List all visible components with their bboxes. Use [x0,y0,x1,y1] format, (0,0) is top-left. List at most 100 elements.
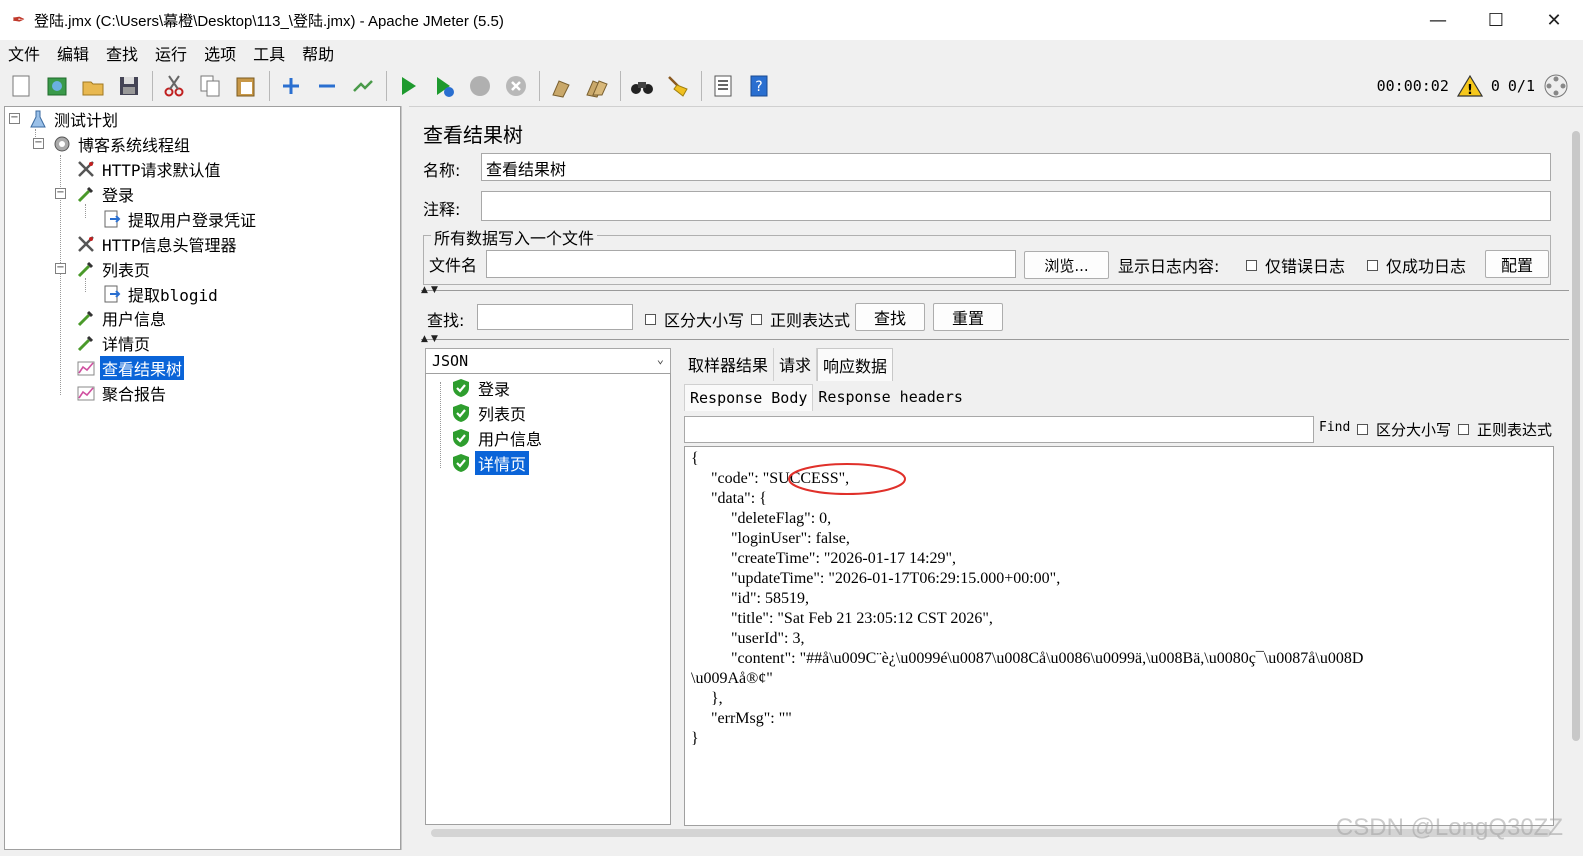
regex-checkbox[interactable]: 正则表达式 [751,307,850,331]
success-shield-icon [450,377,472,399]
paste-icon[interactable] [231,71,261,101]
errors-only-label: 仅错误日志 [1265,257,1346,276]
tree-item-detail-page[interactable]: 详情页 [75,331,152,355]
close-button[interactable]: ✕ [1525,0,1583,40]
collapse-toggle[interactable]: − [33,138,44,149]
scrollbar-thumb[interactable] [1572,131,1580,741]
comment-field[interactable] [481,191,1551,221]
start-icon[interactable] [393,71,423,101]
tab-request[interactable]: 请求 [774,348,818,381]
tab-response-data[interactable]: 响应数据 [817,348,894,381]
collapse-icon[interactable] [312,71,342,101]
chart-icon [75,382,97,404]
menu-edit[interactable]: 编辑 [57,41,89,65]
tree-label: 用户信息 [102,310,167,329]
toggle-icon[interactable] [348,71,378,101]
tree-item-user-info[interactable]: 用户信息 [75,306,168,330]
tree-item-extract-blogid[interactable]: 提取blogid [101,282,220,306]
errors-only-checkbox[interactable]: 仅错误日志 [1246,253,1345,277]
case-sensitive-label: 区分大小写 [664,311,745,330]
success-shield-icon [450,427,472,449]
comment-label: 注释: [423,200,461,219]
case-sensitive-checkbox[interactable]: 区分大小写 [645,307,744,331]
copy-icon[interactable] [195,71,225,101]
find-button[interactable]: 查找 [855,303,925,331]
response-find-field[interactable] [684,416,1314,443]
panel-splitter[interactable] [401,106,409,850]
maximize-button[interactable]: ☐ [1467,0,1525,40]
collapse-toggle[interactable]: − [55,188,66,199]
collapse-toggle[interactable]: − [9,113,20,124]
clear-icon[interactable] [546,71,576,101]
stop-icon[interactable] [465,71,495,101]
menu-file[interactable]: 文件 [8,41,40,65]
warning-icon[interactable]: ! [1456,74,1483,98]
tree-label: 测试计划 [54,111,119,130]
function-helper-icon[interactable] [708,71,738,101]
menu-search[interactable]: 查找 [106,41,138,65]
extractor-icon [101,283,123,305]
sample-list-page[interactable]: 列表页 [450,401,529,425]
tree-item-list-page[interactable]: − 列表页 [55,257,152,281]
expand-icon[interactable] [276,71,306,101]
warning-count: 0 [1490,77,1500,95]
active-threads: 0/1 [1507,77,1535,95]
shutdown-icon[interactable] [501,71,531,101]
sample-detail-page[interactable]: 详情页 [450,451,530,475]
save-icon[interactable] [114,71,144,101]
name-label: 名称: [423,161,461,180]
tree-item-login[interactable]: − 登录 [55,182,136,206]
cut-icon[interactable] [159,71,189,101]
view-results-tree-panel: 查看结果树 名称: 查看结果树 注释: 所有数据写入一个文件 文件名 浏览...… [409,106,1583,850]
tree-item-view-results-tree[interactable]: 查看结果树 [75,356,185,380]
split-divider[interactable]: ▲ ▼ [421,285,1571,298]
toolbar-separator [152,71,153,101]
new-icon[interactable] [6,71,36,101]
tree-label: 提取用户登录凭证 [128,211,257,230]
success-shield-icon [450,402,472,424]
vertical-scrollbar[interactable] [1569,121,1583,821]
success-only-checkbox[interactable]: 仅成功日志 [1367,253,1466,277]
configure-button[interactable]: 配置 [1485,250,1549,278]
tree-item-aggregate-report[interactable]: 聚合报告 [75,381,168,405]
binoculars-icon[interactable] [627,71,657,101]
response-case-label: 区分大小写 [1376,421,1452,439]
collapse-toggle[interactable]: − [55,263,66,274]
menu-tools[interactable]: 工具 [253,41,285,65]
broom-icon[interactable] [663,71,693,101]
search-field[interactable] [477,304,633,330]
menu-help[interactable]: 帮助 [302,41,334,65]
success-only-label: 仅成功日志 [1386,257,1467,276]
help-icon[interactable]: ? [744,71,774,101]
tree-item-thread-group[interactable]: − 博客系统线程组 [31,132,192,156]
renderer-select[interactable]: JSON ⌄ [425,348,671,374]
file-name-field[interactable] [486,250,1016,278]
start-no-pause-icon[interactable] [429,71,459,101]
browse-button[interactable]: 浏览... [1024,251,1109,279]
tab-sampler-result[interactable]: 取样器结果 [683,348,775,381]
wrench-icon [75,233,97,255]
sample-user-info[interactable]: 用户信息 [450,426,545,450]
tree-item-test-plan[interactable]: − 测试计划 [7,107,120,131]
templates-icon[interactable] [42,71,72,101]
menu-run[interactable]: 运行 [155,41,187,65]
menu-options[interactable]: 选项 [204,41,236,65]
code-line: "title": "Sat Feb 21 23:05:12 CST 2026", [691,610,993,627]
name-field[interactable]: 查看结果树 [481,153,1551,181]
clear-all-icon[interactable] [582,71,612,101]
split-divider[interactable]: ▲ ▼ [421,334,1571,347]
tab-response-body[interactable]: Response Body [684,384,814,411]
open-icon[interactable] [78,71,108,101]
reset-button[interactable]: 重置 [933,303,1003,331]
sample-login[interactable]: 登录 [450,376,513,400]
tab-response-headers[interactable]: Response headers [813,384,968,411]
tree-item-http-defaults[interactable]: HTTP请求默认值 [75,157,223,181]
tree-item-extract-credential[interactable]: 提取用户登录凭证 [101,207,258,231]
response-regex-checkbox[interactable]: 正则表达式 [1458,419,1552,440]
response-body-view[interactable]: { "code": "SUCCESS", "data": { "deleteFl… [684,446,1554,826]
tree-item-header-manager[interactable]: HTTP信息头管理器 [75,232,239,256]
code-line: } [691,730,699,747]
response-case-checkbox[interactable]: 区分大小写 [1357,419,1451,440]
minimize-button[interactable]: — [1409,0,1467,40]
pipette-icon [75,258,97,280]
